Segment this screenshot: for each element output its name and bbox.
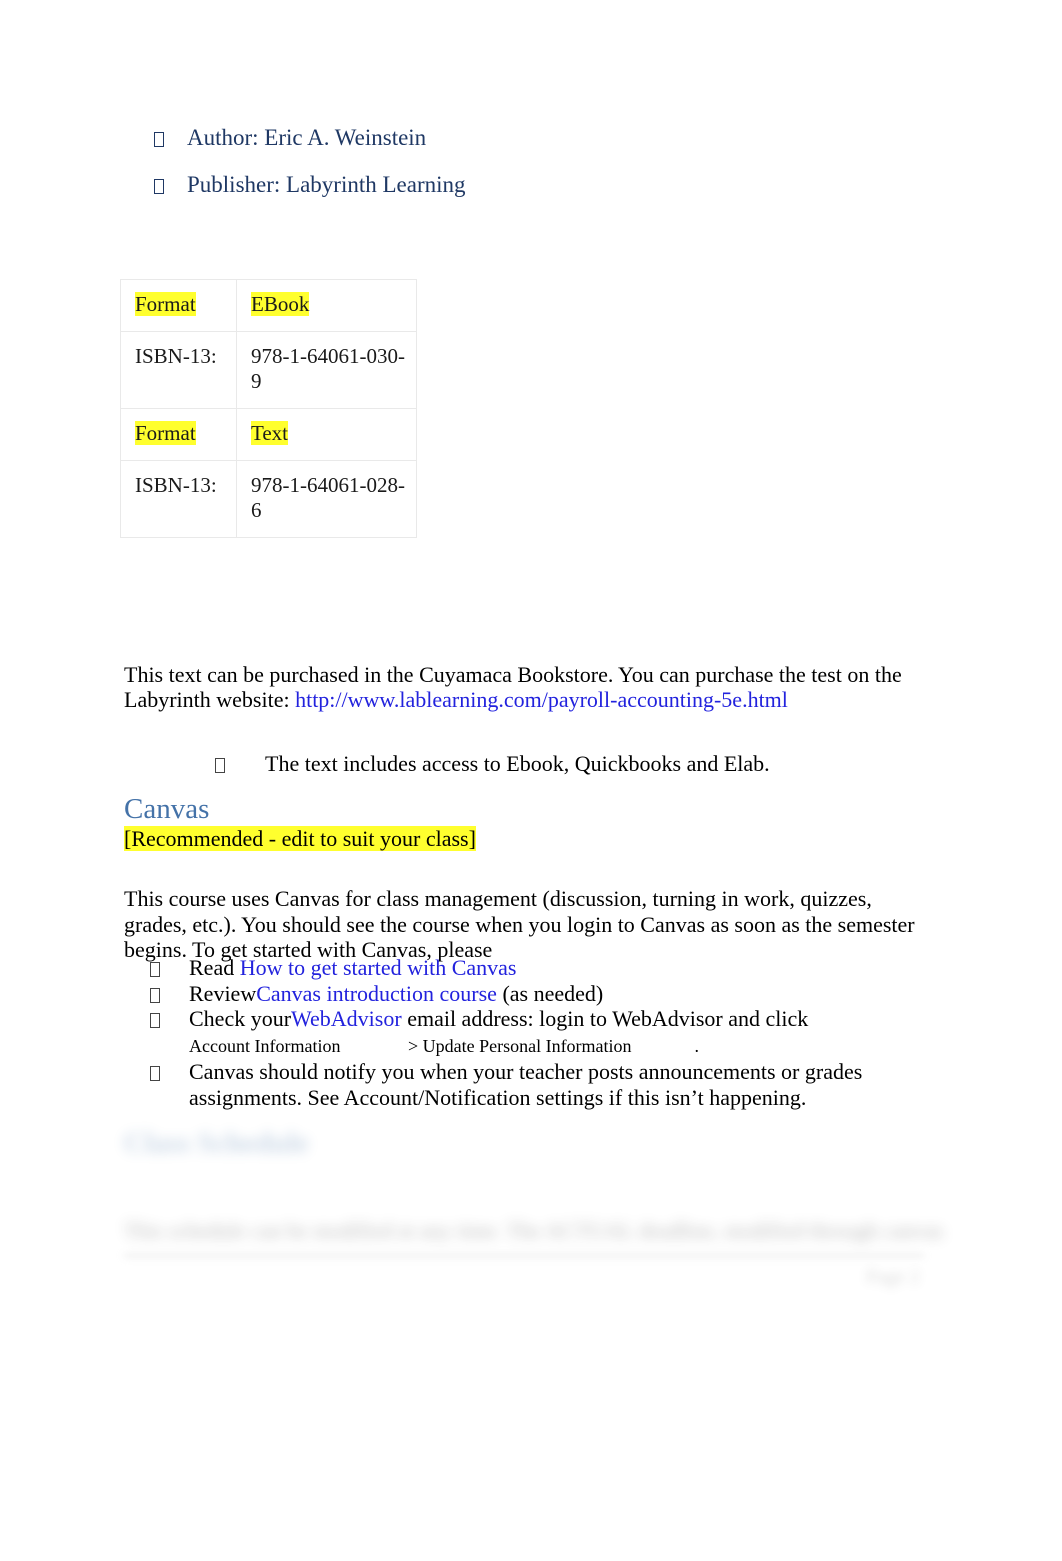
includes-bullet-text: The text includes access to Ebook, Quick… bbox=[265, 751, 770, 776]
list-item: Publisher: Labyrinth Learning bbox=[125, 165, 925, 205]
tofu-bullet-icon bbox=[150, 987, 160, 1003]
format-value-ebook: EBook bbox=[251, 292, 310, 316]
document-page: Author: Eric A. Weinstein Publisher: Lab… bbox=[0, 0, 1062, 1561]
step-read-prefix: Read bbox=[189, 955, 240, 980]
step-review-suffix: (as needed) bbox=[496, 980, 604, 1006]
author-line: Author: Eric A. Weinstein bbox=[187, 125, 427, 150]
isbn-value-text: 978-1-64061-028-6 bbox=[251, 473, 405, 522]
bullet-cell bbox=[150, 955, 189, 981]
table-cell-label: ISBN-13: bbox=[120, 460, 237, 538]
format-label-text: Format bbox=[135, 421, 196, 445]
book-metadata-list: Author: Eric A. Weinstein Publisher: Lab… bbox=[125, 118, 925, 212]
tofu-bullet-icon bbox=[215, 758, 225, 773]
table-row: Format EBook bbox=[120, 279, 417, 332]
publisher-line: Publisher: Labyrinth Learning bbox=[187, 172, 466, 197]
tofu-bullet-icon bbox=[150, 1066, 160, 1081]
step-review-prefix: Review bbox=[189, 980, 257, 1006]
page-number-blurred: Page 2 bbox=[866, 1266, 920, 1288]
bullet-cell bbox=[150, 1059, 189, 1085]
tofu-bullet-icon bbox=[150, 1013, 160, 1028]
table-row: ISBN-13: 978-1-64061-030-9 bbox=[120, 331, 417, 409]
bullet-cell bbox=[150, 1006, 189, 1032]
step-review: ReviewCanvas introduction course (as nee… bbox=[189, 981, 940, 1007]
table-cell-value: Text bbox=[236, 408, 417, 461]
canvas-subnote-text: [Recommended - edit to suit your class] bbox=[124, 826, 476, 851]
isbn-table: Format EBook ISBN-13: 978-1-64061-030-9 … bbox=[120, 279, 417, 538]
tofu-bullet-icon bbox=[154, 179, 164, 194]
table-cell-value: 978-1-64061-028-6 bbox=[236, 460, 417, 538]
list-item: Read How to get started with Canvas bbox=[150, 955, 940, 981]
bullet-cell bbox=[125, 165, 187, 205]
format-label-ebook: Format bbox=[135, 292, 196, 316]
step-read: Read How to get started with Canvas bbox=[189, 955, 940, 981]
canvas-introduction-course-link[interactable]: Canvas introduction course bbox=[256, 981, 497, 1006]
isbn-label-ebook: ISBN-13: bbox=[135, 344, 217, 368]
bullet-cell bbox=[125, 118, 187, 158]
isbn-value-ebook: 978-1-64061-030-9 bbox=[251, 344, 405, 393]
step-check-prefix: Check your bbox=[189, 1006, 292, 1031]
class-schedule-heading-blurred: Class Schedule bbox=[124, 1127, 309, 1159]
list-item: ReviewCanvas introduction course (as nee… bbox=[150, 981, 940, 1007]
labyrinth-website-link[interactable]: http://www.lablearning.com/payroll-accou… bbox=[295, 687, 788, 712]
table-cell-label: ISBN-13: bbox=[120, 331, 237, 409]
list-item: Canvas should notify you when your teach… bbox=[150, 1059, 940, 1110]
canvas-steps-list: Read How to get started with Canvas Revi… bbox=[150, 955, 940, 1110]
horizontal-divider-blurred bbox=[124, 1254, 924, 1257]
list-item: Author: Eric A. Weinstein bbox=[125, 118, 925, 158]
list-item: Check yourWebAdvisor email address: logi… bbox=[150, 1006, 940, 1059]
bullet-cell bbox=[150, 981, 189, 1007]
format-value-text: Text bbox=[251, 421, 289, 445]
class-schedule-note-blurred: This schedule can be modified at any tim… bbox=[124, 1218, 944, 1243]
canvas-paragraph: This course uses Canvas for class manage… bbox=[124, 886, 915, 962]
table-cell-label: Format bbox=[120, 408, 237, 461]
includes-bullet-item: The text includes access to Ebook, Quick… bbox=[215, 750, 915, 778]
table-cell-value: 978-1-64061-030-9 bbox=[236, 331, 417, 409]
table-row: ISBN-13: 978-1-64061-028-6 bbox=[120, 460, 417, 538]
tofu-bullet-icon bbox=[154, 132, 164, 147]
step-notifications: Canvas should notify you when your teach… bbox=[189, 1059, 863, 1110]
canvas-section-heading: Canvas bbox=[124, 793, 210, 825]
table-row: Format Text bbox=[120, 408, 417, 461]
purchase-paragraph: This text can be purchased in the Cuyama… bbox=[124, 662, 914, 712]
step-check-suffix: email address: login to WebAdvisor and c… bbox=[401, 1006, 809, 1031]
table-cell-value: EBook bbox=[236, 279, 417, 332]
update-personal-information-note: > Update Personal Information bbox=[407, 1035, 632, 1056]
tofu-bullet-icon bbox=[150, 962, 160, 977]
isbn-label-text: ISBN-13: bbox=[135, 473, 217, 497]
step-check-email: Check yourWebAdvisor email address: logi… bbox=[189, 1006, 940, 1059]
table-cell-label: Format bbox=[120, 279, 237, 332]
note-period: . bbox=[694, 1035, 700, 1056]
account-information-note: Account Information bbox=[189, 1035, 341, 1056]
bullet-cell bbox=[215, 750, 265, 778]
canvas-subnote: [Recommended - edit to suit your class] bbox=[124, 825, 476, 853]
webadvisor-link[interactable]: WebAdvisor bbox=[291, 1006, 402, 1031]
how-to-get-started-with-canvas-link[interactable]: How to get started with Canvas bbox=[240, 955, 517, 980]
